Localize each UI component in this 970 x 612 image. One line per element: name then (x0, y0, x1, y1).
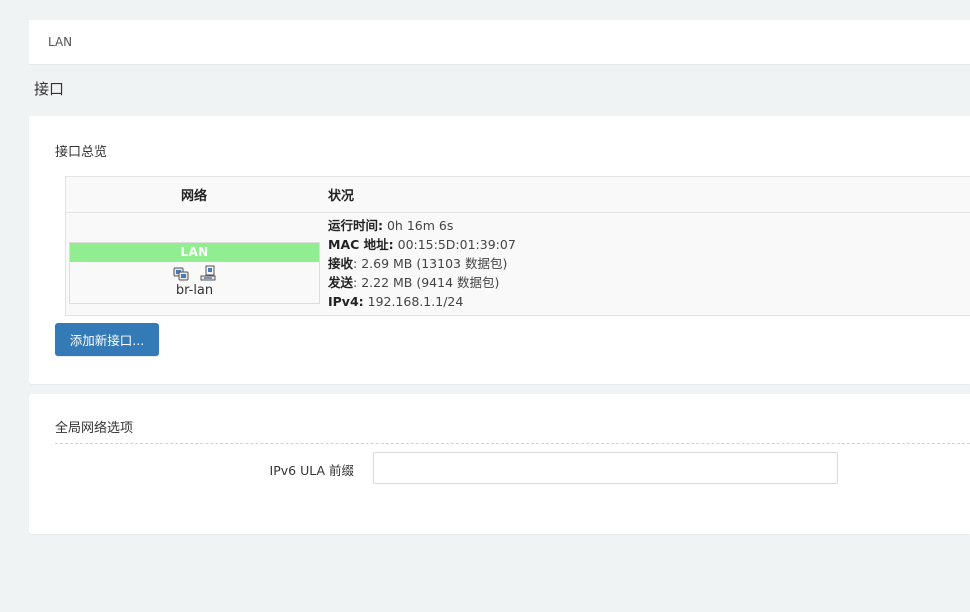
status-cell: 运行时间: 0h 16m 6s MAC 地址: 00:15:5D:01:39:0… (322, 212, 970, 316)
section-title: 全局网络选项 (55, 421, 134, 436)
tx-line: 发送: 2.22 MB (9414 数据包) (328, 275, 500, 290)
add-interface-button[interactable]: 添加新接口... (55, 323, 159, 356)
tab-bar: LAN (29, 20, 970, 65)
network-badge[interactable]: LAN br-lan (69, 242, 320, 304)
network-name: LAN (70, 243, 319, 262)
ipv4-line: IPv4: 192.168.1.1/24 (328, 294, 464, 309)
bridge-icon (200, 265, 216, 281)
global-network-options-section: 全局网络选项 IPv6 ULA 前缀 (29, 394, 970, 534)
column-header-status: 状况 (322, 176, 970, 213)
tab-lan[interactable]: LAN (48, 35, 72, 49)
table-row: LAN br-lan 运行时间: 0h 16m 6s MAC 地址: 00:15… (65, 212, 970, 316)
uptime-line: 运行时间: 0h 16m 6s (328, 218, 454, 233)
column-header-network: 网络 (65, 176, 322, 213)
section-title: 接口总览 (55, 145, 108, 160)
ethernet-port-icon (173, 265, 189, 281)
device-name: br-lan (175, 283, 214, 298)
ipv6-ula-prefix-label: IPv6 ULA 前缀 (269, 463, 354, 478)
mac-line: MAC 地址: 00:15:5D:01:39:07 (328, 237, 516, 252)
rx-line: 接收: 2.69 MB (13103 数据包) (328, 256, 508, 271)
interface-overview-section: 接口总览 网络 状况 LAN br-lan 运行时间: 0h 16m 6s MA… (29, 116, 970, 384)
section-divider (55, 443, 970, 444)
ipv6-ula-prefix-input[interactable] (373, 452, 838, 484)
interface-table: 网络 状况 LAN br-lan 运行时间: 0h 16m 6s MAC 地址:… (65, 176, 970, 316)
page-title: 接口 (34, 80, 65, 98)
